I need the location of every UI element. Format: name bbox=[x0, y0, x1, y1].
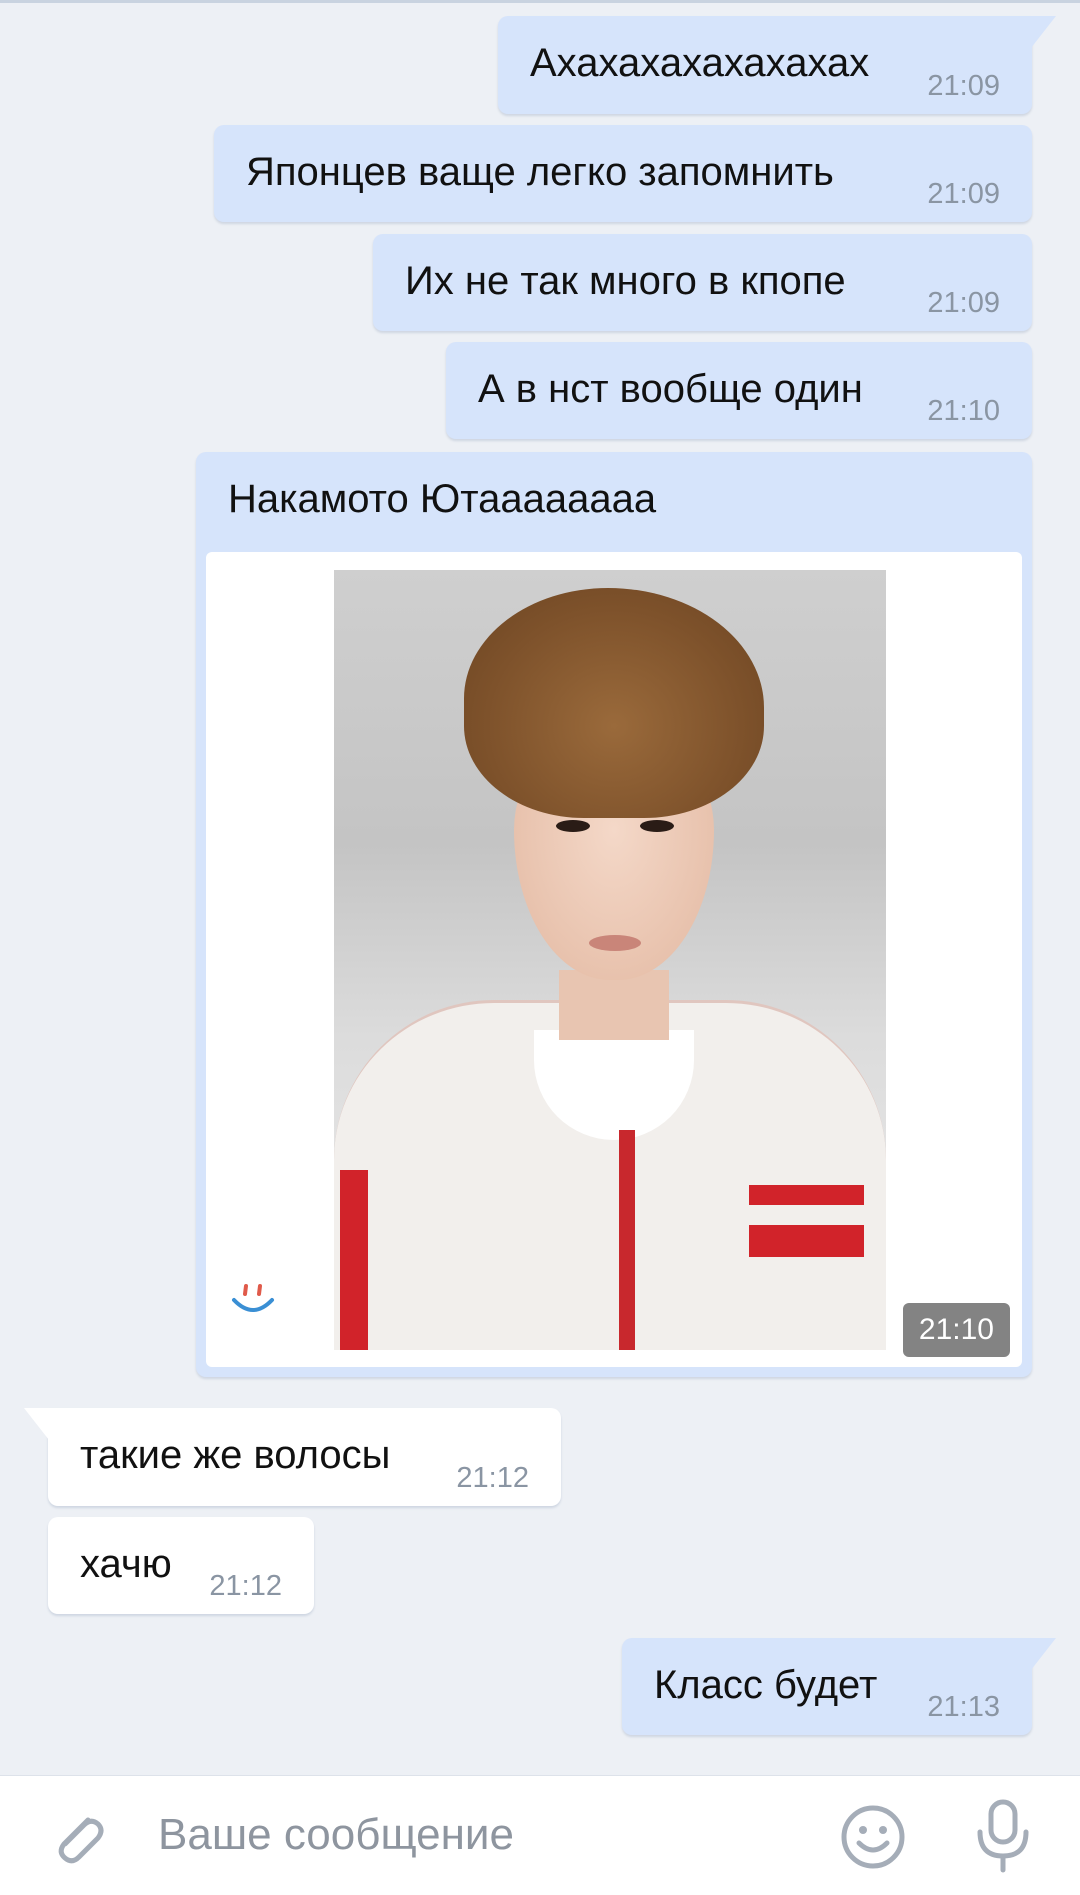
message-list[interactable]: Ахахахахахахахах 21:09 Японцев ваще легк… bbox=[0, 0, 1080, 1775]
message-text: Их не так много в кпопе bbox=[405, 259, 846, 303]
message-bubble-outgoing[interactable]: Класс будет 21:13 bbox=[622, 1638, 1032, 1735]
message-text: А в нст вообще один bbox=[478, 367, 863, 411]
message-bubble-outgoing[interactable]: Ахахахахахахахах 21:09 bbox=[498, 16, 1032, 114]
bubble-tail bbox=[20, 1408, 54, 1442]
message-time: 21:09 bbox=[927, 287, 1000, 319]
portrait-photo bbox=[334, 570, 886, 1350]
photo-attachment[interactable]: 21:10 bbox=[206, 552, 1022, 1367]
message-text: Накамото Ютааааааaa bbox=[228, 477, 657, 521]
message-time: 21:09 bbox=[927, 178, 1000, 210]
message-text: такие же волосы bbox=[80, 1433, 391, 1477]
microphone-icon[interactable] bbox=[972, 1798, 1034, 1876]
message-time: 21:09 bbox=[927, 70, 1000, 102]
message-bubble-outgoing[interactable]: Японцев ваще легко запомнить 21:09 bbox=[214, 125, 1032, 222]
smiley-watermark-icon bbox=[232, 1284, 274, 1312]
message-input[interactable]: Ваше сообщение bbox=[158, 1810, 514, 1860]
message-time: 21:12 bbox=[209, 1570, 282, 1602]
paperclip-icon[interactable] bbox=[48, 1806, 108, 1868]
bubble-tail bbox=[1026, 1638, 1060, 1672]
message-time: 21:10 bbox=[927, 395, 1000, 427]
message-time: 21:13 bbox=[927, 1691, 1000, 1723]
photo-time-badge: 21:10 bbox=[902, 1303, 1010, 1357]
emoji-icon[interactable] bbox=[840, 1804, 906, 1870]
bubble-tail bbox=[1026, 16, 1060, 50]
message-bubble-photo[interactable]: Накамото Ютааааааaa 21:10 bbox=[196, 452, 1032, 1377]
message-text: Ахахахахахахахах bbox=[530, 41, 870, 85]
message-composer: Ваше сообщение bbox=[0, 1775, 1080, 1895]
message-bubble-outgoing[interactable]: Их не так много в кпопе 21:09 bbox=[373, 234, 1032, 331]
message-text: хачю bbox=[80, 1542, 172, 1586]
message-bubble-incoming[interactable]: такие же волосы 21:12 bbox=[48, 1408, 561, 1506]
message-text: Японцев ваще легко запомнить bbox=[246, 150, 834, 194]
message-bubble-incoming[interactable]: хачю 21:12 bbox=[48, 1517, 314, 1614]
message-bubble-outgoing[interactable]: А в нст вообще один 21:10 bbox=[446, 342, 1032, 439]
message-text: Класс будет bbox=[654, 1663, 878, 1707]
message-time: 21:12 bbox=[456, 1462, 529, 1494]
